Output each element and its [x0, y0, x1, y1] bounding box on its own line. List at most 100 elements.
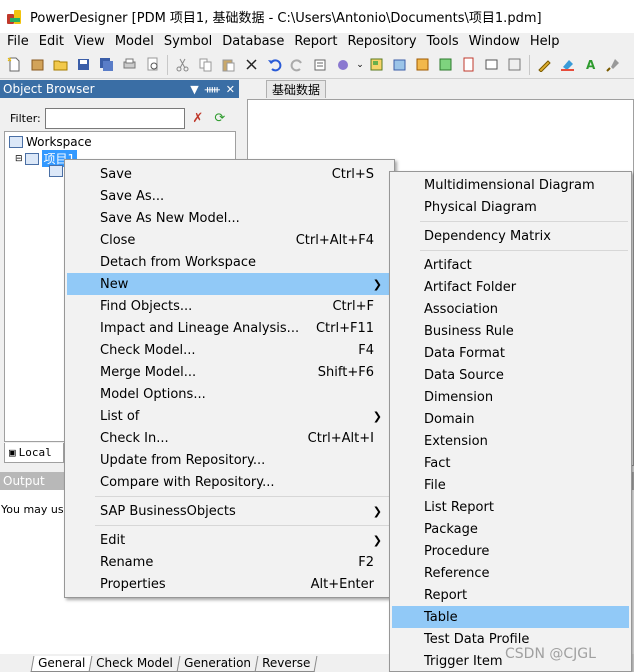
open-folder-icon[interactable] — [49, 54, 72, 76]
submenu-item-label: Table — [424, 609, 458, 625]
close-icon[interactable]: ✕ — [226, 83, 235, 96]
tab-check-model-label: Check Model — [96, 656, 174, 670]
submenu-item-procedure[interactable]: Procedure — [392, 540, 629, 562]
properties-icon[interactable] — [309, 54, 332, 76]
menu-item-label: Save As... — [100, 188, 165, 204]
rectangle-tool-icon[interactable] — [480, 54, 503, 76]
diagram-icon[interactable] — [365, 54, 388, 76]
collapse-icon[interactable]: ⊟ — [15, 154, 23, 164]
submenu-item-domain[interactable]: Domain — [392, 408, 629, 430]
local-tab-label: Local — [18, 446, 52, 459]
submenu-item-business-rule[interactable]: Business Rule — [392, 320, 629, 342]
refresh-icon[interactable]: ⟳ — [211, 109, 229, 127]
submenu-item-label: Procedure — [424, 543, 490, 559]
submenu-item-reference[interactable]: Reference — [392, 562, 629, 584]
format-brush-icon[interactable] — [602, 54, 625, 76]
delete-icon[interactable] — [240, 54, 263, 76]
menu-item-properties[interactable]: Properties Alt+Enter — [67, 573, 392, 595]
menu-view[interactable]: View — [69, 33, 110, 51]
menu-item-merge-model[interactable]: Merge Model... Shift+F6 — [67, 361, 392, 383]
undo-icon[interactable] — [263, 54, 286, 76]
dropdown-arrow-icon[interactable]: ▼ — [190, 83, 198, 96]
filter-input[interactable] — [44, 107, 185, 129]
menu-item-check-in[interactable]: Check In... Ctrl+Alt+I — [67, 427, 392, 449]
tab-check-model[interactable]: Check Model — [88, 656, 181, 672]
local-tab[interactable]: ▣ Local — [4, 443, 64, 463]
submenu-item-dimension[interactable]: Dimension — [392, 386, 629, 408]
menu-file[interactable]: File — [2, 33, 34, 51]
menu-repository[interactable]: Repository — [342, 33, 421, 51]
new-model-icon[interactable] — [26, 54, 49, 76]
submenu-item-package[interactable]: Package — [392, 518, 629, 540]
submenu-item-list-report[interactable]: List Report — [392, 496, 629, 518]
submenu-item-label: Data Format — [424, 345, 505, 361]
copy-icon[interactable] — [194, 54, 217, 76]
menu-item-label: Edit — [100, 532, 126, 548]
submenu-item-fact[interactable]: Fact — [392, 452, 629, 474]
menu-item-update-from-repository[interactable]: Update from Repository... — [67, 449, 392, 471]
package-icon[interactable] — [388, 54, 411, 76]
menu-item-close[interactable]: Close Ctrl+Alt+F4 — [67, 229, 392, 251]
submenu-item-dependency-matrix[interactable]: Dependency Matrix — [392, 225, 629, 247]
diagram-tab[interactable]: 基础数据 — [266, 80, 326, 98]
submenu-item-report[interactable]: Report — [392, 584, 629, 606]
new-file-icon[interactable] — [3, 54, 26, 76]
menu-item-save-as[interactable]: Save As... — [67, 185, 392, 207]
print-icon[interactable] — [118, 54, 141, 76]
save-icon[interactable] — [72, 54, 95, 76]
menu-item-save[interactable]: Save Ctrl+S — [67, 163, 392, 185]
menu-item-sap-businessobjects[interactable]: SAP BusinessObjects ❯ — [67, 500, 392, 522]
menu-item-compare-with-repository[interactable]: Compare with Repository... — [67, 471, 392, 493]
toolbar-overflow-icon[interactable]: ⌄ — [355, 54, 365, 76]
fill-color-icon[interactable] — [556, 54, 579, 76]
redo-icon[interactable] — [286, 54, 309, 76]
menu-item-impact-analysis[interactable]: Impact and Lineage Analysis... Ctrl+F11 — [67, 317, 392, 339]
menu-database[interactable]: Database — [217, 33, 289, 51]
submenu-item-artifact-folder[interactable]: Artifact Folder — [392, 276, 629, 298]
pen-icon[interactable] — [533, 54, 556, 76]
font-color-icon[interactable]: A — [579, 54, 602, 76]
submenu-item-multidimensional-diagram[interactable]: Multidimensional Diagram — [392, 174, 629, 196]
menu-help[interactable]: Help — [525, 33, 565, 51]
submenu-item-file[interactable]: File — [392, 474, 629, 496]
submenu-item-data-source[interactable]: Data Source — [392, 364, 629, 386]
submenu-item-table[interactable]: Table — [392, 606, 629, 628]
menu-item-label: Check In... — [100, 430, 169, 446]
submenu-item-artifact[interactable]: Artifact — [392, 254, 629, 276]
menu-item-detach[interactable]: Detach from Workspace — [67, 251, 392, 273]
tab-generation[interactable]: Generation — [176, 656, 259, 672]
cut-icon[interactable] — [171, 54, 194, 76]
pin-icon[interactable]: ᚔ — [205, 83, 220, 96]
menu-item-save-as-new-model[interactable]: Save As New Model... — [67, 207, 392, 229]
save-all-icon[interactable] — [95, 54, 118, 76]
menu-item-find-objects[interactable]: Find Objects... Ctrl+F — [67, 295, 392, 317]
menu-model[interactable]: Model — [110, 33, 159, 51]
generate-icon[interactable] — [411, 54, 434, 76]
submenu-item-extension[interactable]: Extension — [392, 430, 629, 452]
paste-icon[interactable] — [217, 54, 240, 76]
print-preview-icon[interactable] — [141, 54, 164, 76]
report-icon[interactable] — [457, 54, 480, 76]
menu-tools[interactable]: Tools — [422, 33, 464, 51]
menu-symbol[interactable]: Symbol — [159, 33, 217, 51]
menu-item-edit[interactable]: Edit ❯ — [67, 529, 392, 551]
submenu-item-physical-diagram[interactable]: Physical Diagram — [392, 196, 629, 218]
submenu-item-data-format[interactable]: Data Format — [392, 342, 629, 364]
refresh-model-icon[interactable] — [434, 54, 457, 76]
menu-item-list-of[interactable]: List of ❯ — [67, 405, 392, 427]
menu-report[interactable]: Report — [289, 33, 342, 51]
submenu-item-association[interactable]: Association — [392, 298, 629, 320]
model-check-icon[interactable] — [332, 54, 355, 76]
menu-item-check-model[interactable]: Check Model... F4 — [67, 339, 392, 361]
menu-edit[interactable]: Edit — [34, 33, 69, 51]
tab-general[interactable]: General — [30, 656, 93, 672]
menu-item-rename[interactable]: Rename F2 — [67, 551, 392, 573]
menu-window[interactable]: Window — [464, 33, 525, 51]
menu-item-new[interactable]: New ❯ — [67, 273, 392, 295]
clear-filter-icon[interactable]: ✗ — [189, 109, 207, 127]
grid-tool-icon[interactable] — [503, 54, 526, 76]
tree-node-workspace[interactable]: Workspace — [9, 135, 92, 149]
menu-item-label: List of — [100, 408, 140, 424]
menu-item-model-options[interactable]: Model Options... — [67, 383, 392, 405]
tab-reverse[interactable]: Reverse — [254, 656, 318, 672]
